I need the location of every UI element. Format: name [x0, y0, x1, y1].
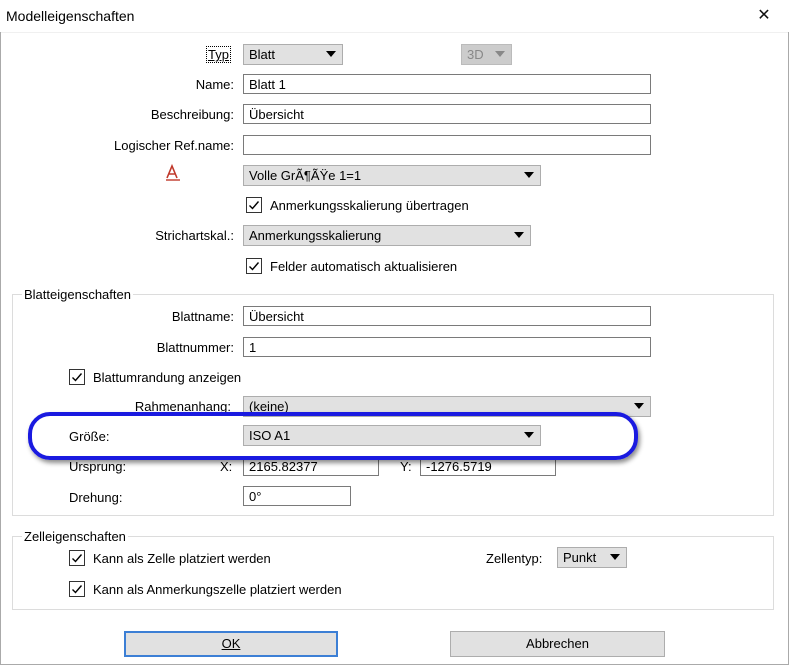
y-label: Y:	[400, 459, 412, 474]
auto-fields-checkbox-label: Felder automatisch aktualisieren	[270, 259, 458, 274]
mode-select-value: 3D	[467, 47, 484, 62]
typ-select-value: Blatt	[249, 47, 276, 62]
ok-button[interactable]: OK	[124, 631, 338, 657]
zelle-group-title: Zelleigenschaften	[22, 529, 128, 544]
blatt-group-title: Blatteigenschaften	[22, 287, 133, 302]
chevron-down-icon	[495, 51, 505, 57]
name-label: Name:	[60, 77, 234, 92]
cancel-button[interactable]: Abbrechen	[450, 631, 665, 657]
chevron-down-icon	[524, 172, 534, 178]
close-icon[interactable]: ✕	[752, 5, 776, 27]
beschreibung-field[interactable]: Übersicht	[243, 104, 651, 124]
drehung-label: Drehung:	[69, 490, 123, 505]
blattnummer-field[interactable]: 1	[243, 337, 651, 357]
drehung-field[interactable]: 0°	[243, 486, 351, 506]
chevron-down-icon	[610, 554, 620, 560]
typ-label-text: Typ	[208, 47, 229, 62]
zellentyp-select[interactable]: Punkt	[557, 547, 627, 568]
border-checkbox-label: Blattumrandung anzeigen	[93, 370, 242, 385]
ok-button-label: OK	[221, 636, 241, 651]
zellentyp-label: Zellentyp:	[486, 551, 543, 566]
name-field[interactable]: Blatt 1	[243, 74, 651, 94]
chevron-down-icon	[514, 232, 524, 238]
strichart-select[interactable]: Anmerkungsskalierung	[243, 225, 531, 246]
zellentyp-select-value: Punkt	[563, 550, 597, 565]
zelle-group	[12, 536, 774, 610]
typ-select[interactable]: Blatt	[243, 44, 343, 65]
anno-cell-checkbox-label: Kann als Anmerkungszelle platziert werde…	[93, 582, 342, 597]
chevron-down-icon	[634, 403, 644, 409]
logref-field[interactable]	[243, 135, 651, 155]
window-title: Modelleigenschaften	[6, 8, 135, 24]
strichart-select-value: Anmerkungsskalierung	[249, 228, 382, 243]
blattnummer-label: Blattnummer:	[156, 340, 234, 355]
blattname-field[interactable]: Übersicht	[243, 306, 651, 326]
ursprung-label: Ursprung:	[69, 459, 127, 474]
anno-scale-checkbox[interactable]	[246, 197, 262, 213]
mode-select: 3D	[461, 44, 512, 65]
chevron-down-icon	[326, 51, 336, 57]
anno-cell-checkbox[interactable]	[69, 581, 85, 597]
annotation-scale-select[interactable]: Volle GrÃ¶ÃŸe 1=1	[243, 165, 541, 186]
cell-checkbox[interactable]	[69, 550, 85, 566]
strichart-label: Strichartskal.:	[155, 228, 234, 243]
beschreibung-label: Beschreibung:	[150, 107, 234, 122]
name-label-text: Name:	[195, 77, 234, 92]
border-checkbox[interactable]	[69, 369, 85, 385]
anno-scale-checkbox-label: Anmerkungsskalierung übertragen	[270, 198, 469, 213]
highlight-annotation	[28, 412, 638, 460]
annotation-scale-icon	[164, 163, 184, 183]
logref-label: Logischer Ref.name:	[114, 138, 234, 153]
x-label: X:	[220, 459, 233, 474]
typ-label: Typ	[206, 46, 231, 63]
title-bar: Modelleigenschaften ✕	[0, 0, 789, 33]
cell-checkbox-label: Kann als Zelle platziert werden	[93, 551, 271, 566]
blattname-label: Blattname:	[171, 309, 234, 324]
annotation-scale-value: Volle GrÃ¶ÃŸe 1=1	[249, 168, 362, 183]
auto-fields-checkbox[interactable]	[246, 258, 262, 274]
